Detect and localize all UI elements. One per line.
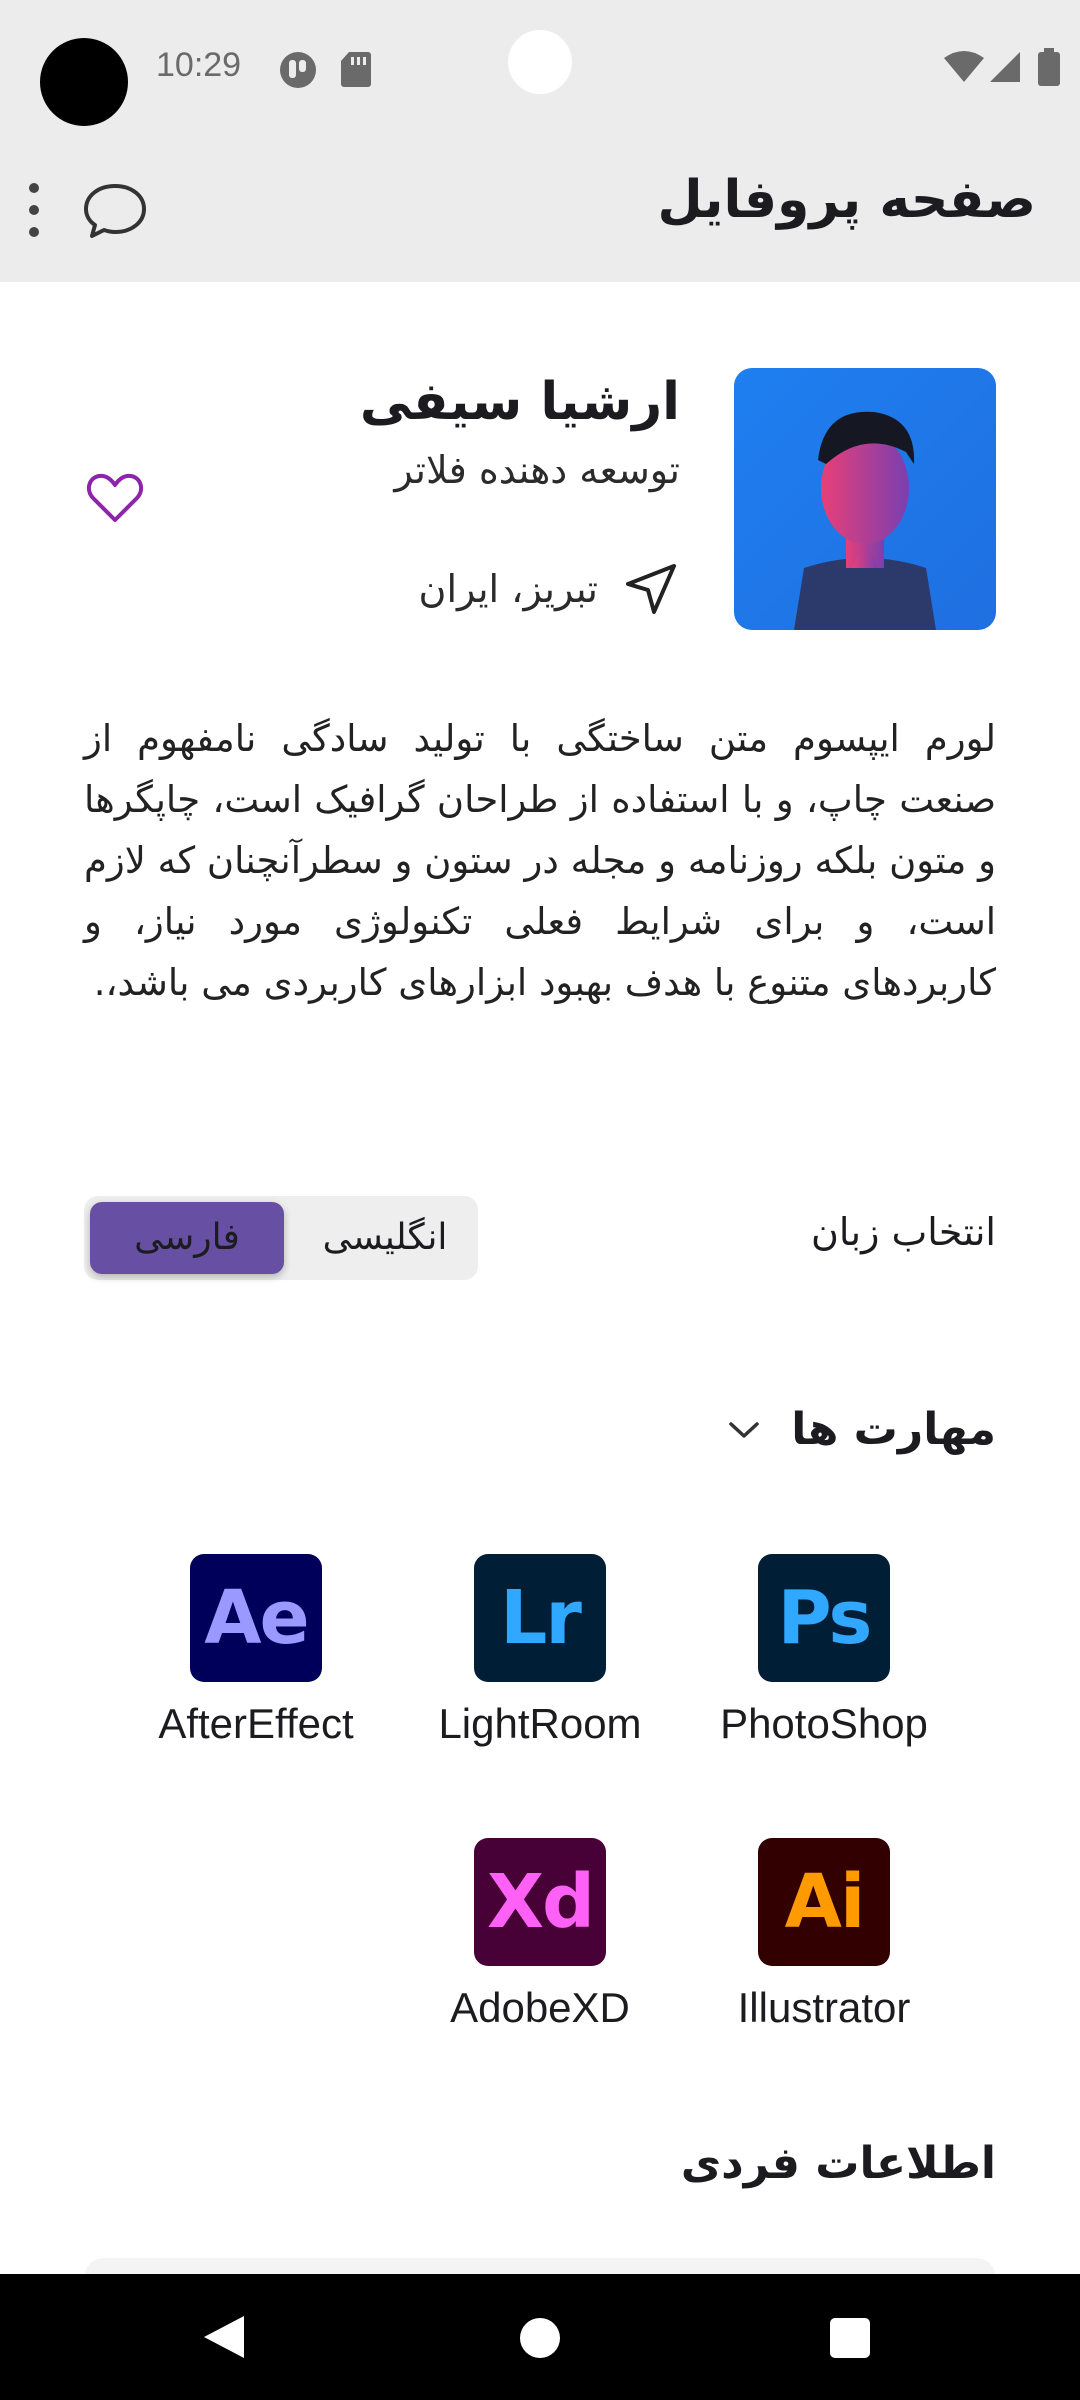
status-bar: 10:29: [0, 0, 1080, 140]
skill-label: AdobeXD: [450, 1984, 630, 2031]
skill-adobexd[interactable]: Xd AdobeXD: [410, 1838, 670, 2032]
status-time: 10:29: [156, 46, 242, 84]
system-nav-bar: [0, 2274, 1080, 2400]
camera-cutout: [40, 38, 128, 126]
more-options-icon[interactable]: [14, 178, 54, 242]
signal-icon: [990, 52, 1020, 82]
page-title: صفحه پروفایل: [657, 170, 1037, 230]
avatar: [734, 368, 996, 630]
skills-title: مهارت ها: [791, 1404, 996, 1455]
chevron-down-icon[interactable]: [727, 1419, 761, 1441]
profile-name: ارشیا سیفی: [359, 372, 680, 432]
skill-illustrator[interactable]: Ai Illustrator: [694, 1838, 954, 2032]
personal-info-title: اطلاعات فردی: [680, 2138, 996, 2189]
skill-photoshop[interactable]: Ps PhotoShop: [694, 1554, 954, 1748]
aftereffects-icon: Ae: [190, 1554, 322, 1682]
front-camera: [508, 30, 572, 94]
battery-icon: [1038, 48, 1060, 86]
sd-card-icon: [341, 52, 371, 87]
photoshop-icon: Ps: [758, 1554, 890, 1682]
skill-label: PhotoShop: [720, 1700, 928, 1747]
adobexd-icon: Xd: [474, 1838, 606, 1966]
illustrator-icon: Ai: [758, 1838, 890, 1966]
profile-location: تبریز، ایران: [419, 560, 680, 618]
skill-label: Illustrator: [737, 1984, 911, 2031]
recents-icon[interactable]: [830, 2318, 870, 2358]
profile-photo: [734, 368, 996, 630]
back-icon[interactable]: [202, 2314, 246, 2360]
location-text: تبریز، ایران: [418, 567, 598, 611]
lightroom-icon: Lr: [474, 1554, 606, 1682]
skill-lightroom[interactable]: Lr LightRoom: [410, 1554, 670, 1748]
navigation-arrow-icon: [626, 564, 676, 614]
app-notification-icon: [280, 52, 316, 88]
profile-role: توسعه دهنده فلاتر: [394, 448, 680, 492]
language-toggle: انگلیسی فارسی: [84, 1196, 478, 1280]
language-label: انتخاب زبان: [811, 1210, 996, 1254]
skills-header[interactable]: مهارت ها: [727, 1404, 996, 1455]
skill-label: AfterEffect: [158, 1700, 354, 1747]
profile-bio: لورم ایپسوم متن ساختگی با تولید سادگی نا…: [84, 717, 996, 1004]
favorite-heart-icon[interactable]: [84, 466, 146, 528]
language-option-english[interactable]: انگلیسی: [310, 1202, 460, 1274]
chat-bubble-icon[interactable]: [80, 176, 150, 246]
skill-label: LightRoom: [438, 1700, 642, 1747]
skill-aftereffects[interactable]: Ae AfterEffect: [126, 1554, 386, 1748]
app-bar: صفحه پروفایل: [0, 140, 1080, 282]
language-option-persian[interactable]: فارسی: [90, 1202, 284, 1274]
wifi-icon: [944, 51, 984, 82]
home-icon[interactable]: [520, 2318, 560, 2358]
